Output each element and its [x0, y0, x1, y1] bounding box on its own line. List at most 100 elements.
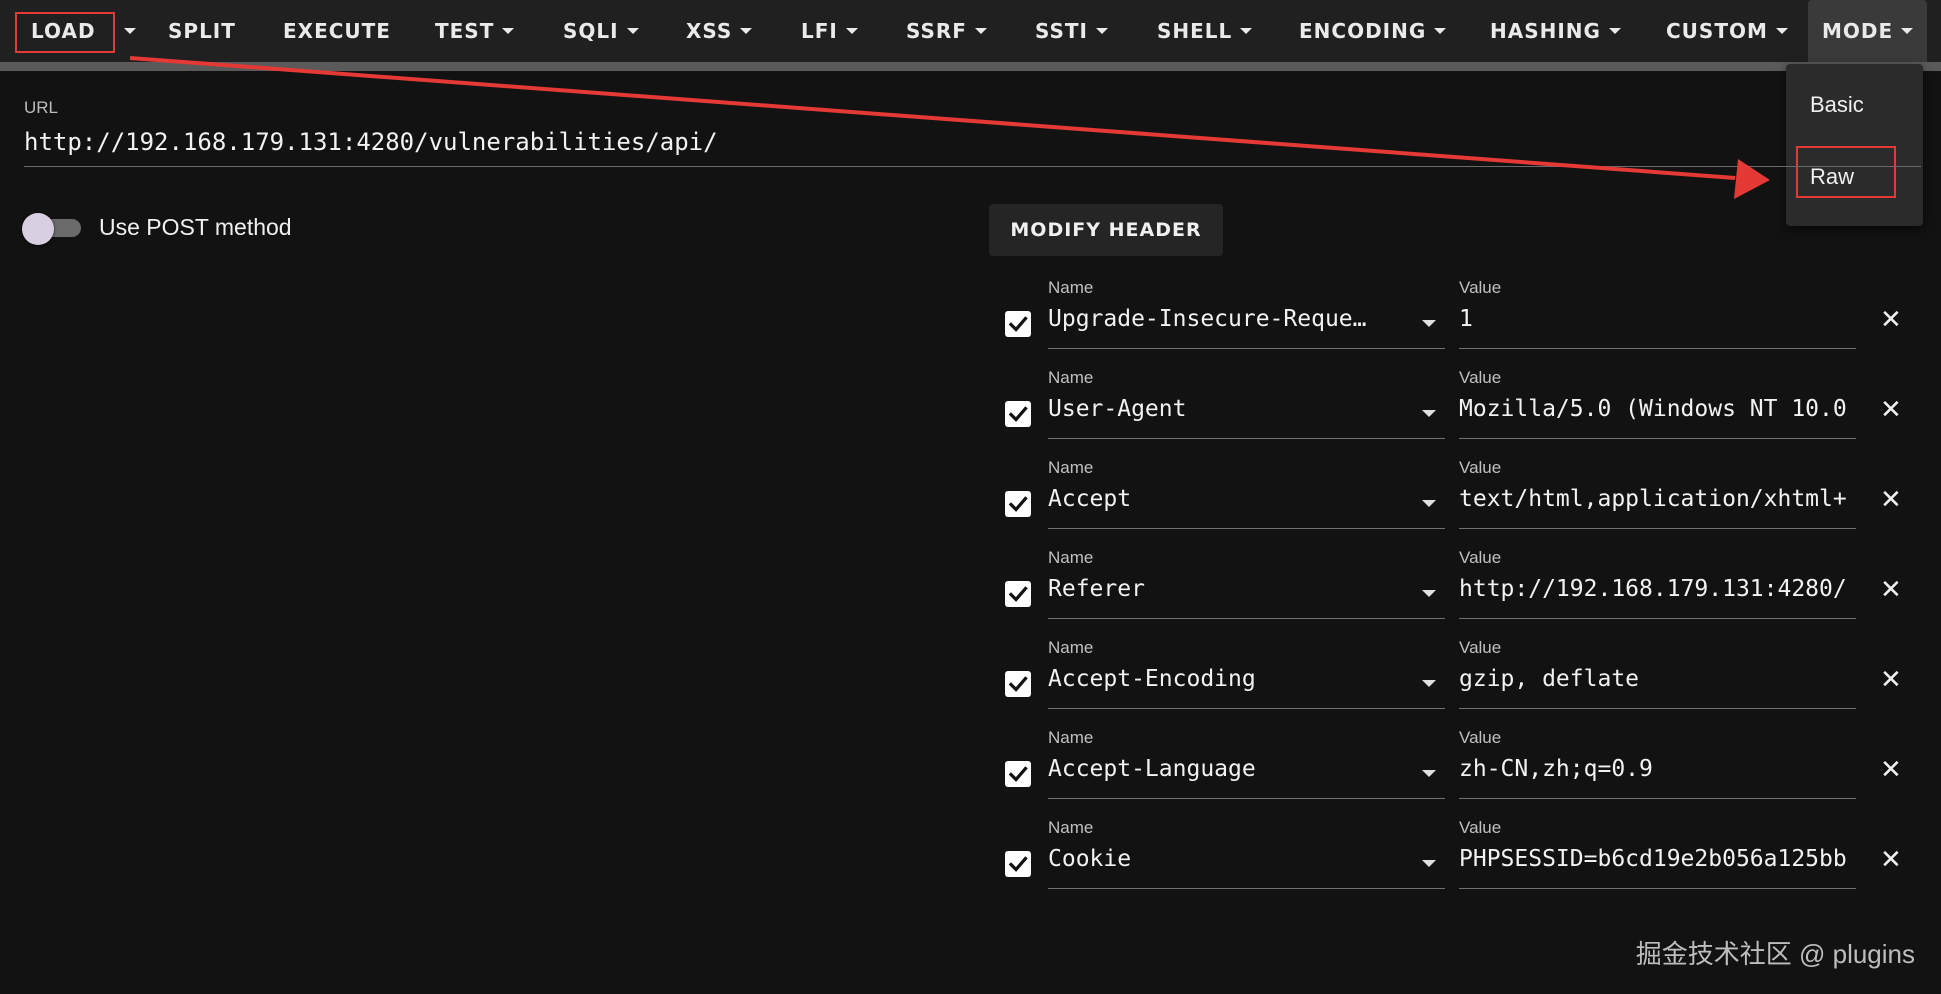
check-icon [1008, 406, 1028, 422]
chevron-down-icon[interactable] [1422, 500, 1436, 507]
header-row: Name Accept Value text/html,application/xht… [1000, 458, 1910, 548]
header-name-label: Name [1048, 368, 1094, 387]
header-name-select[interactable]: Cookie [1048, 846, 1388, 872]
header-name-select[interactable]: Referer [1048, 576, 1388, 602]
header-name-select[interactable]: Accept-Encoding [1048, 666, 1388, 692]
close-icon[interactable]: ✕ [1880, 846, 1902, 872]
header-value-input[interactable]: http://192.168.179.131:4280/ [1459, 576, 1856, 602]
chevron-down-icon[interactable] [1422, 410, 1436, 417]
close-icon[interactable]: ✕ [1880, 486, 1902, 512]
header-value-underline [1459, 348, 1856, 349]
chevron-down-icon[interactable] [1422, 770, 1436, 777]
header-name-underline [1048, 708, 1445, 709]
close-icon[interactable]: ✕ [1880, 306, 1902, 332]
chevron-down-icon [1240, 28, 1253, 34]
header-row: Name Upgrade-Insecure-Reque… Value 1 ✕ [1000, 278, 1910, 368]
header-value-input[interactable]: PHPSESSID=b6cd19e2b056a125bb [1459, 846, 1856, 872]
header-name-label: Name [1048, 728, 1094, 747]
header-name-select[interactable]: Accept-Language [1048, 756, 1388, 782]
close-icon[interactable]: ✕ [1880, 396, 1902, 422]
close-icon[interactable]: ✕ [1880, 576, 1902, 602]
mode-dropdown-menu: Basic Raw [1786, 64, 1923, 226]
header-value-label: Value [1459, 278, 1502, 297]
chevron-down-icon [974, 28, 987, 34]
header-value-input[interactable]: Mozilla/5.0 (Windows NT 10.0 [1459, 396, 1856, 422]
encoding-menu[interactable]: ENCODING [1299, 0, 1447, 62]
hashing-menu[interactable]: HASHING [1490, 0, 1621, 62]
header-row: Name User-Agent Value Mozilla/5.0 (Windows … [1000, 368, 1910, 458]
ssrf-menu[interactable]: SSRF [906, 0, 987, 62]
header-row: Name Cookie Value PHPSESSID=b6cd19e2b056a12… [1000, 818, 1910, 908]
lfi-menu[interactable]: LFI [801, 0, 858, 62]
header-name-underline [1048, 798, 1445, 799]
chevron-down-icon [740, 28, 753, 34]
custom-menu[interactable]: CUSTOM [1666, 0, 1788, 62]
header-enabled-checkbox[interactable] [1005, 761, 1031, 787]
check-icon [1008, 496, 1028, 512]
header-name-select[interactable]: Upgrade-Insecure-Reque… [1048, 306, 1388, 332]
header-value-label: Value [1459, 818, 1502, 837]
header-row: Name Referer Value http://192.168.179.131:4… [1000, 548, 1910, 638]
modify-header-button[interactable]: MODIFY HEADER [989, 204, 1223, 256]
check-icon [1008, 676, 1028, 692]
header-name-label: Name [1048, 638, 1094, 657]
horizontal-scrollbar[interactable] [0, 62, 1941, 71]
header-value-underline [1459, 708, 1856, 709]
header-name-label: Name [1048, 458, 1094, 477]
close-icon[interactable]: ✕ [1880, 756, 1902, 782]
annotation-highlight-load [15, 12, 115, 53]
header-enabled-checkbox[interactable] [1005, 671, 1031, 697]
chevron-down-icon [502, 28, 515, 34]
test-menu[interactable]: TEST [435, 0, 515, 62]
url-underline [24, 166, 1921, 167]
chevron-down-icon [626, 28, 639, 34]
header-name-select[interactable]: Accept [1048, 486, 1388, 512]
header-name-underline [1048, 438, 1445, 439]
sqli-menu[interactable]: SQLI [563, 0, 639, 62]
mode-menu[interactable]: MODE [1808, 0, 1928, 62]
header-value-input[interactable]: 1 [1459, 306, 1856, 332]
header-value-underline [1459, 888, 1856, 889]
chevron-down-icon[interactable] [1422, 680, 1436, 687]
watermark: 掘金技术社区 @ plugins [1635, 939, 1915, 969]
header-value-input[interactable]: zh-CN,zh;q=0.9 [1459, 756, 1856, 782]
toolbar: LOAD SPLIT EXECUTE TEST SQLI XSS LFI SSR… [0, 0, 1941, 71]
header-enabled-checkbox[interactable] [1005, 401, 1031, 427]
menu-item-basic[interactable]: Basic [1810, 92, 1864, 118]
header-value-label: Value [1459, 368, 1502, 387]
split-button[interactable]: SPLIT [168, 0, 236, 62]
chevron-down-icon[interactable] [1422, 590, 1436, 597]
header-name-label: Name [1048, 278, 1094, 297]
header-value-input[interactable]: gzip, deflate [1459, 666, 1856, 692]
chevron-down-icon [1901, 28, 1914, 34]
header-value-input[interactable]: text/html,application/xhtml+ [1459, 486, 1856, 512]
header-value-underline [1459, 618, 1856, 619]
header-enabled-checkbox[interactable] [1005, 311, 1031, 337]
header-enabled-checkbox[interactable] [1005, 491, 1031, 517]
url-input[interactable]: http://192.168.179.131:4280/vulnerabilit… [24, 128, 718, 156]
header-enabled-checkbox[interactable] [1005, 581, 1031, 607]
header-value-label: Value [1459, 728, 1502, 747]
header-row: Name Accept-Language Value zh-CN,zh;q=0.9 ✕ [1000, 728, 1910, 818]
header-value-label: Value [1459, 548, 1502, 567]
chevron-down-icon [1096, 28, 1108, 34]
chevron-down-icon [124, 28, 136, 34]
annotation-arrow-head [1734, 159, 1770, 199]
check-icon [1008, 586, 1028, 602]
xss-menu[interactable]: XSS [686, 0, 753, 62]
load-dropdown-button[interactable] [120, 0, 136, 62]
header-value-label: Value [1459, 458, 1502, 477]
shell-menu[interactable]: SHELL [1157, 0, 1253, 62]
header-enabled-checkbox[interactable] [1005, 851, 1031, 877]
annotation-arrow-line [129, 56, 1736, 180]
check-icon [1008, 856, 1028, 872]
chevron-down-icon[interactable] [1422, 320, 1436, 327]
close-icon[interactable]: ✕ [1880, 666, 1902, 692]
chevron-down-icon[interactable] [1422, 860, 1436, 867]
check-icon [1008, 766, 1028, 782]
header-name-select[interactable]: User-Agent [1048, 396, 1388, 422]
ssti-menu[interactable]: SSTI [1035, 0, 1108, 62]
header-name-label: Name [1048, 548, 1094, 567]
post-method-toggle-thumb[interactable] [22, 213, 54, 245]
execute-button[interactable]: EXECUTE [283, 0, 391, 62]
